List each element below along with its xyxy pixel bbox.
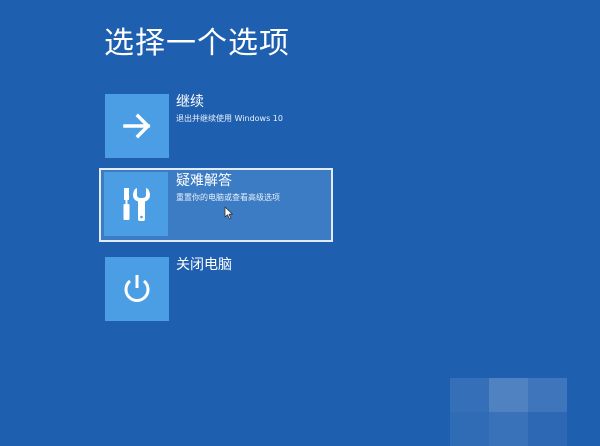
shutdown-title: 关闭电脑 [176,257,232,273]
arrow-right-icon [123,113,151,139]
mouse-cursor-icon [224,206,233,220]
troubleshoot-option[interactable]: 疑难解答 重置你的电脑或查看高级选项 [99,168,333,242]
continue-description: 退出并继续使用 Windows 10 [176,114,283,123]
power-icon [124,275,150,302]
troubleshoot-description: 重置你的电脑或查看高级选项 [176,193,280,202]
troubleshoot-title: 疑难解答 [176,173,232,189]
shutdown-option[interactable]: 关闭电脑 [99,252,333,326]
shutdown-tile[interactable] [105,257,169,321]
page-title: 选择一个选项 [104,26,290,61]
tools-icon [123,188,150,221]
continue-tile[interactable] [105,94,169,158]
continue-option[interactable]: 继续 退出并继续使用 Windows 10 [99,89,333,163]
continue-title: 继续 [176,94,204,110]
troubleshoot-tile[interactable] [104,172,168,236]
